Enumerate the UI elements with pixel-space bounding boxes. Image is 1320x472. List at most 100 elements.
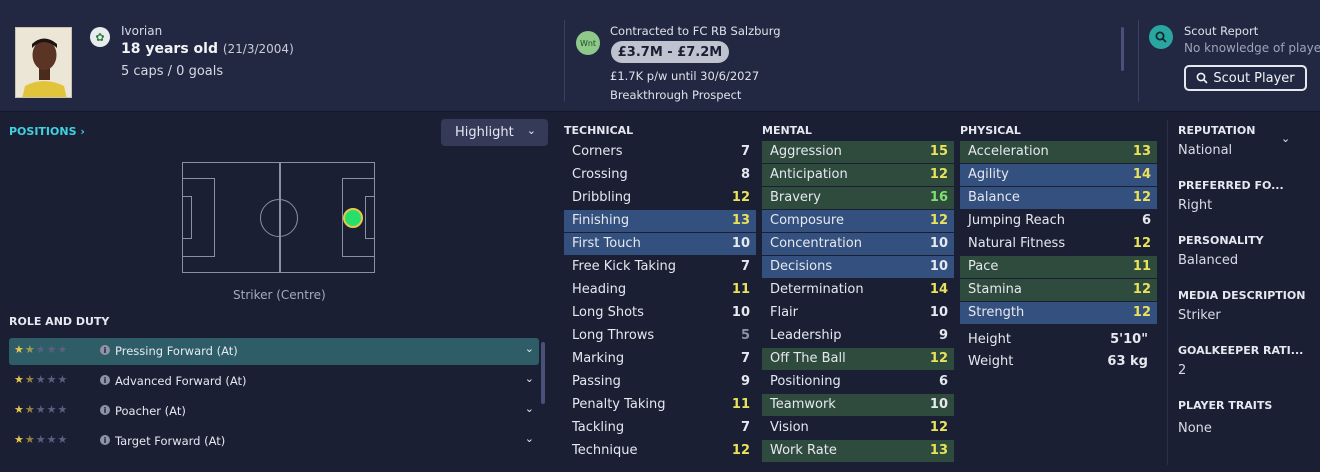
height-label: Height xyxy=(968,332,1011,347)
role-row[interactable]: ★★★★★ i Poacher (At) ⌄ xyxy=(9,398,539,425)
attribute-value: 6 xyxy=(938,374,948,389)
pitch-six-yard-box-right xyxy=(365,196,375,239)
goalkeeper-rating-value: 2 xyxy=(1178,363,1187,378)
chevron-down-icon[interactable]: ⌄ xyxy=(525,342,534,355)
attribute-value: 12 xyxy=(929,167,948,182)
transfer-value-pill[interactable]: £3.7M - £7.2M xyxy=(611,41,729,63)
info-icon[interactable]: i xyxy=(100,345,110,355)
attribute-value: 11 xyxy=(731,282,750,297)
attribute-row[interactable]: Anticipation 12 xyxy=(762,164,954,186)
attribute-row[interactable]: Passing 9 xyxy=(564,371,756,393)
attribute-row[interactable]: Concentration 10 xyxy=(762,233,954,255)
attribute-value: 12 xyxy=(1132,190,1151,205)
attribute-row[interactable]: Bravery 16 xyxy=(762,187,954,209)
attribute-row[interactable]: Technique 12 xyxy=(564,440,756,462)
attribute-value: 14 xyxy=(1132,167,1151,182)
attribute-row[interactable]: Free Kick Taking 7 xyxy=(564,256,756,278)
player-header: ✿ Ivorian 18 years old (21/3/2004) 5 cap… xyxy=(0,0,1320,112)
attribute-row[interactable]: Work Rate 13 xyxy=(762,440,954,462)
header-divider-right xyxy=(1138,20,1139,102)
attribute-row[interactable]: Positioning 6 xyxy=(762,371,954,393)
attribute-name: Flair xyxy=(770,305,799,320)
position-marker-striker[interactable] xyxy=(343,208,363,228)
attribute-value: 5 xyxy=(740,328,750,343)
scout-player-button[interactable]: Scout Player xyxy=(1184,65,1307,91)
attribute-row[interactable]: Off The Ball 12 xyxy=(762,348,954,370)
role-name: Target Forward (At) xyxy=(115,434,226,448)
attribute-row[interactable]: Dribbling 12 xyxy=(564,187,756,209)
attribute-name: Bravery xyxy=(770,190,821,205)
info-icon[interactable]: i xyxy=(100,375,110,385)
chevron-down-icon[interactable]: ⌄ xyxy=(1281,132,1290,145)
attribute-row[interactable]: Long Shots 10 xyxy=(564,302,756,324)
attribute-row[interactable]: Crossing 8 xyxy=(564,164,756,186)
attribute-value: 7 xyxy=(740,259,750,274)
attribute-row[interactable]: Aggression 15 xyxy=(762,141,954,163)
attribute-value: 14 xyxy=(929,282,948,297)
info-icon[interactable]: i xyxy=(100,435,110,445)
attribute-row[interactable]: Teamwork 10 xyxy=(762,394,954,416)
attribute-value: 10 xyxy=(731,236,750,251)
wanted-icon: Wnt xyxy=(576,31,600,55)
attribute-name: Aggression xyxy=(770,144,842,159)
role-row[interactable]: ★★★★★ i Pressing Forward (At) ⌄ xyxy=(9,338,539,365)
search-icon[interactable] xyxy=(1149,25,1173,49)
positions-link[interactable]: POSITIONS › xyxy=(9,125,85,138)
chevron-down-icon[interactable]: ⌄ xyxy=(525,432,534,445)
chevron-right-icon: › xyxy=(80,125,85,138)
role-duty-title: ROLE AND DUTY xyxy=(9,315,110,328)
chevron-down-icon[interactable]: ⌄ xyxy=(525,372,534,385)
attribute-row[interactable]: Acceleration 13 xyxy=(960,141,1157,163)
attribute-row[interactable]: Strength 12 xyxy=(960,302,1157,324)
header-scrollbar[interactable] xyxy=(1121,27,1124,71)
attribute-row[interactable]: Determination 14 xyxy=(762,279,954,301)
attribute-name: Technique xyxy=(572,443,638,458)
attribute-row[interactable]: Pace 11 xyxy=(960,256,1157,278)
attribute-row[interactable]: First Touch 10 xyxy=(564,233,756,255)
role-rating-stars: ★★★★★ xyxy=(14,403,69,416)
attribute-row[interactable]: Marking 7 xyxy=(564,348,756,370)
info-icon[interactable]: i xyxy=(100,405,110,415)
attribute-value: 10 xyxy=(929,259,948,274)
attribute-value: 13 xyxy=(1132,144,1151,159)
attribute-name: Long Throws xyxy=(572,328,655,343)
attribute-row[interactable]: Finishing 13 xyxy=(564,210,756,232)
attribute-row[interactable]: Balance 12 xyxy=(960,187,1157,209)
scout-report-title: Scout Report xyxy=(1184,24,1259,38)
attribute-row[interactable]: Agility 14 xyxy=(960,164,1157,186)
attribute-name: Jumping Reach xyxy=(968,213,1066,228)
attribute-row[interactable]: Penalty Taking 11 xyxy=(564,394,756,416)
contract-status: Contracted to FC RB Salzburg xyxy=(610,24,781,38)
attribute-value: 8 xyxy=(740,167,750,182)
preferred-foot-label: PREFERRED FO... xyxy=(1178,179,1284,192)
attribute-row[interactable]: Long Throws 5 xyxy=(564,325,756,347)
attribute-value: 16 xyxy=(929,190,948,205)
weight-value: 63 kg xyxy=(1107,354,1148,369)
attribute-row[interactable]: Flair 10 xyxy=(762,302,954,324)
attribute-row[interactable]: Natural Fitness 12 xyxy=(960,233,1157,255)
attribute-name: Passing xyxy=(572,374,621,389)
attribute-value: 7 xyxy=(740,144,750,159)
attribute-row[interactable]: Heading 11 xyxy=(564,279,756,301)
chevron-down-icon[interactable]: ⌄ xyxy=(525,402,534,415)
attribute-row[interactable]: Vision 12 xyxy=(762,417,954,439)
role-row[interactable]: ★★★★★ i Advanced Forward (At) ⌄ xyxy=(9,368,539,395)
attribute-row[interactable]: Tackling 7 xyxy=(564,417,756,439)
attribute-row[interactable]: Jumping Reach 6 xyxy=(960,210,1157,232)
roles-scrollbar[interactable] xyxy=(541,342,545,404)
attribute-row[interactable]: Corners 7 xyxy=(564,141,756,163)
attribute-name: Tackling xyxy=(572,420,625,435)
attribute-row[interactable]: Composure 12 xyxy=(762,210,954,232)
attribute-name: Stamina xyxy=(968,282,1022,297)
weight-label: Weight xyxy=(968,354,1014,369)
nationality: Ivorian xyxy=(121,24,163,38)
prospect-status: Breakthrough Prospect xyxy=(610,88,742,102)
attribute-row[interactable]: Leadership 9 xyxy=(762,325,954,347)
attribute-name: Penalty Taking xyxy=(572,397,666,412)
highlight-dropdown[interactable]: Highlight ⌄ xyxy=(441,119,548,146)
attribute-row[interactable]: Decisions 10 xyxy=(762,256,954,278)
role-row[interactable]: ★★★★★ i Target Forward (At) ⌄ xyxy=(9,428,539,455)
attribute-row[interactable]: Stamina 12 xyxy=(960,279,1157,301)
role-rating-stars: ★★★★★ xyxy=(14,373,69,386)
attribute-value: 15 xyxy=(929,144,948,159)
